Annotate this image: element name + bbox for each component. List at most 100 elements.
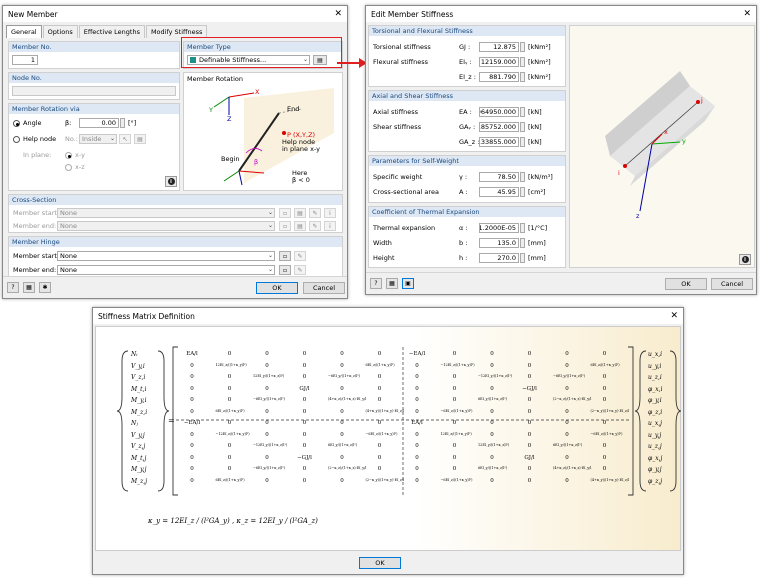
- force-entry: V_y,j: [131, 431, 145, 439]
- tab-general[interactable]: General: [6, 25, 42, 38]
- help-node-no-select[interactable]: Inside ⌄: [79, 134, 117, 144]
- cs-end-label: Member end:: [13, 222, 57, 230]
- axis-z-label: Z: [227, 115, 232, 123]
- units-button[interactable]: ▦: [386, 278, 398, 289]
- gaz-spinner[interactable]: [520, 137, 525, 147]
- hinge-end-select[interactable]: None ⌄: [57, 265, 275, 275]
- gamma-spinner[interactable]: [520, 172, 525, 182]
- area-field[interactable]: 45.95: [479, 187, 519, 197]
- force-entry: Nᵢ: [131, 351, 138, 358]
- units-button[interactable]: ▦: [23, 282, 35, 293]
- gj-spinner[interactable]: [520, 42, 525, 52]
- axis-x-label: X: [255, 88, 260, 96]
- force-entry: V_y,i: [131, 362, 145, 370]
- close-icon[interactable]: ✕: [334, 9, 342, 19]
- cs-end-library-button[interactable]: ▤: [294, 221, 306, 231]
- displacement-entry: φ_z,i: [648, 408, 663, 416]
- beta-field[interactable]: 0.00: [79, 118, 119, 128]
- cs-end-select[interactable]: None ⌄: [57, 221, 275, 231]
- matrix-button-bar: OK: [93, 552, 683, 574]
- matrix-cell: 0: [527, 374, 532, 380]
- help-node-radio[interactable]: [13, 136, 20, 143]
- height-spinner[interactable]: [520, 253, 525, 263]
- area-spinner[interactable]: [520, 187, 525, 197]
- height-field[interactable]: 270.0: [479, 253, 519, 263]
- cs-end-info-button[interactable]: i: [324, 221, 336, 231]
- eiz-spinner[interactable]: [520, 72, 525, 82]
- matrix-button[interactable]: ▣: [402, 278, 414, 289]
- matrix-cell: 0: [340, 385, 344, 392]
- width-spinner[interactable]: [520, 238, 525, 248]
- close-icon[interactable]: ✕: [670, 311, 678, 321]
- matrix-cell: −6EI_y/((1+κ_z)l²): [253, 397, 285, 401]
- plane-xy-radio[interactable]: [65, 152, 72, 159]
- cs-start-select[interactable]: None ⌄: [57, 208, 275, 218]
- matrix-cell: 0: [190, 454, 194, 461]
- pick-node-button[interactable]: ↖: [119, 134, 131, 144]
- cs-start-new-button[interactable]: ▫: [279, 208, 291, 218]
- matrix-panel: Nᵢ V_y,i V_z,i M_t,i M_y,i M_z,i Nⱼ V_y,j V_z,j M…: [95, 326, 682, 551]
- cs-end-edit-button[interactable]: ✎: [309, 221, 321, 231]
- cursor-icon: ↖: [122, 135, 128, 143]
- tab-options[interactable]: Options: [42, 25, 78, 38]
- hinge-end-edit-button[interactable]: ✎: [294, 265, 306, 275]
- cancel-button[interactable]: Cancel: [303, 282, 345, 294]
- help-button[interactable]: ?: [370, 278, 382, 289]
- gay-field[interactable]: 185752.000: [479, 122, 519, 132]
- matrix-cell: 0: [415, 362, 419, 369]
- matrix-cell: 0: [340, 408, 344, 415]
- cancel-button[interactable]: Cancel: [711, 278, 753, 290]
- hinge-start-new-button[interactable]: ▫: [279, 251, 291, 261]
- displacement-entry: φ_z,j: [648, 477, 663, 485]
- matrix-cell: −12EI_z/((1+κ_y)l³): [215, 431, 250, 436]
- cs-start-edit-button[interactable]: ✎: [309, 208, 321, 218]
- eiz-field[interactable]: 881.790: [479, 72, 519, 82]
- alpha-spinner[interactable]: [520, 223, 525, 233]
- tab-effective-lengths[interactable]: Effective Lengths: [78, 25, 145, 38]
- hinge-start-edit-button[interactable]: ✎: [294, 251, 306, 261]
- gamma-field[interactable]: 78.50: [479, 172, 519, 182]
- eiy-spinner[interactable]: [520, 57, 525, 67]
- width-field[interactable]: 135.0: [479, 238, 519, 248]
- ok-button[interactable]: OK: [665, 278, 707, 290]
- node-i-label: i: [618, 169, 620, 177]
- in-plane-label: In plane:: [23, 151, 52, 159]
- matrix-cell: 0: [302, 443, 307, 449]
- eiy-field[interactable]: 12159.000: [479, 57, 519, 67]
- ok-button[interactable]: OK: [359, 557, 401, 569]
- close-icon[interactable]: ✕: [743, 9, 751, 19]
- cs-start-info-button[interactable]: i: [324, 208, 336, 218]
- matrix-cell: 0: [190, 408, 194, 415]
- help-node-text-2: in plane x-y: [282, 145, 321, 153]
- matrix-cell: 6EI_z/((1+κ_y)l²): [215, 408, 245, 413]
- gj-field[interactable]: 12.875: [479, 42, 519, 52]
- member-axis-diagram: [605, 71, 715, 212]
- angle-radio[interactable]: [13, 120, 20, 127]
- matrix-cell: 0: [490, 420, 494, 426]
- matrix-cell: 0: [565, 477, 569, 484]
- ok-button[interactable]: OK: [256, 282, 298, 294]
- node-list-button[interactable]: ▤: [134, 134, 146, 144]
- settings-button[interactable]: ✱: [39, 282, 51, 293]
- cs-end-new-button[interactable]: ▫: [279, 221, 291, 231]
- rotation-info-button[interactable]: i: [165, 176, 177, 187]
- matrix-cell: 0: [565, 431, 569, 438]
- member-no-field[interactable]: 1: [12, 55, 38, 65]
- new-icon: ▫: [282, 266, 288, 274]
- force-entry: Nⱼ: [131, 420, 138, 427]
- hinge-start-select[interactable]: None ⌄: [57, 251, 275, 261]
- gaz-field[interactable]: 133855.000: [479, 137, 519, 147]
- matrix-cell: 0: [227, 374, 232, 380]
- matrix-cell: 0: [227, 454, 232, 461]
- help-button[interactable]: ?: [7, 282, 19, 293]
- cs-start-library-button[interactable]: ▤: [294, 208, 306, 218]
- hinge-end-new-button[interactable]: ▫: [279, 265, 291, 275]
- plane-xz-radio[interactable]: [65, 164, 72, 171]
- ea-field[interactable]: 964950.000: [479, 107, 519, 117]
- alpha-field[interactable]: 1.2000E-05: [479, 223, 519, 233]
- gay-spinner[interactable]: [520, 122, 525, 132]
- stiffness-info-button[interactable]: i: [739, 254, 751, 265]
- beta-spinner[interactable]: [120, 118, 125, 128]
- node-no-field[interactable]: [12, 86, 176, 96]
- ea-spinner[interactable]: [520, 107, 525, 117]
